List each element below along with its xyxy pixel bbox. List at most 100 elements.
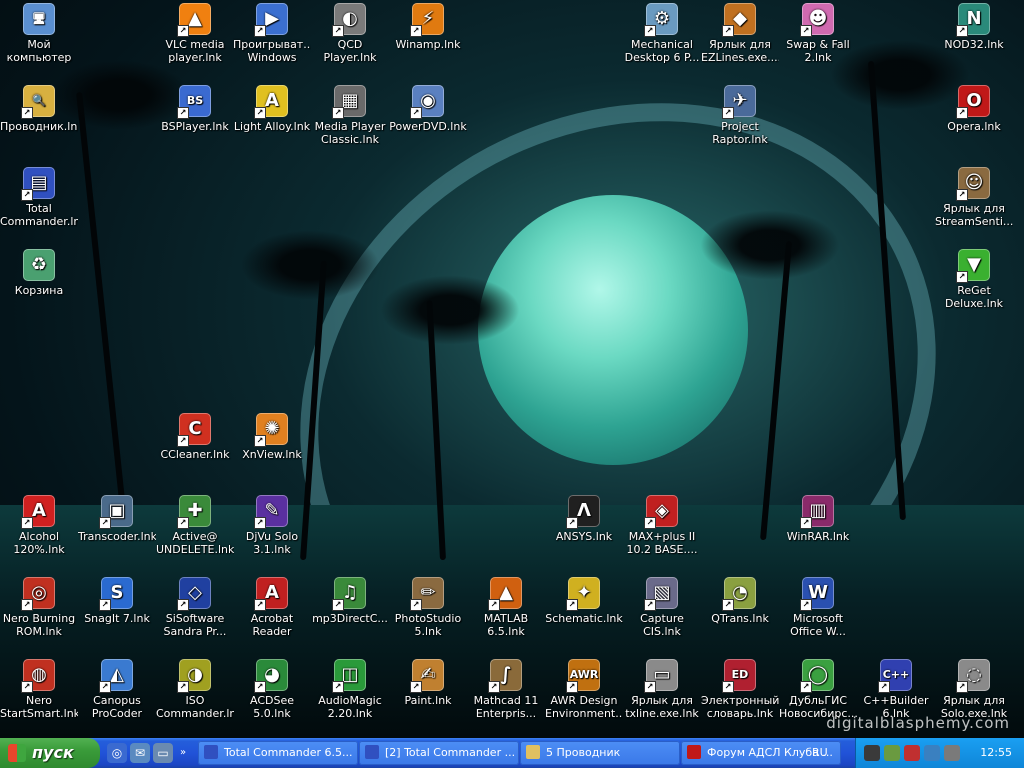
desktop-shortcut[interactable]: ◉ ↗ PowerDVD.lnk — [389, 85, 467, 133]
desktop-shortcut[interactable]: W ↗ Microsoft Office W... — [779, 577, 857, 638]
desktop-shortcut[interactable]: ◇ ↗ SiSoftware Sandra Pr... — [156, 577, 234, 638]
quicklaunch-expand-icon[interactable]: » — [176, 743, 190, 763]
app-icon: ♻ — [23, 249, 55, 281]
shortcut-arrow-icon: ↗ — [722, 599, 734, 611]
shortcut-label: Swap & Fall 2.lnk — [786, 38, 850, 64]
app-icon: ◈ ↗ — [644, 495, 678, 529]
desktop-shortcut[interactable]: ☻ ↗ Swap & Fall 2.lnk — [779, 3, 857, 64]
start-button[interactable]: пуск — [0, 738, 100, 768]
app-icon: ◉ ↗ — [410, 85, 444, 119]
shortcut-label: AWR Design Environment... — [545, 694, 623, 720]
desktop-shortcut[interactable]: ⚙ ↗ Mechanical Desktop 6 P... — [623, 3, 701, 64]
desktop-shortcut[interactable]: ◐ ↗ QCD Player.lnk — [311, 3, 389, 64]
desktop-shortcut[interactable]: A ↗ Alcohol 120%.lnk — [0, 495, 78, 556]
desktop-shortcut[interactable]: ▭ ↗ Ярлык для txline.exe.lnk — [623, 659, 701, 720]
desktop-shortcut[interactable]: ◯ ↗ ДубльГИС Новосибирс... — [779, 659, 857, 720]
shortcut-arrow-icon: ↗ — [254, 599, 266, 611]
desktop-shortcut[interactable]: A↗Acrobat Reader 5.0.lnk — [233, 577, 311, 638]
quicklaunch-outlook-icon[interactable]: ✉ — [130, 743, 150, 763]
desktop-shortcut[interactable]: ▲ ↗ VLC media player.lnk — [156, 3, 234, 64]
shortcut-arrow-icon: ↗ — [254, 517, 266, 529]
shortcut-label: Ярлык для EZLines.exe.... — [701, 38, 779, 64]
app-icon: A ↗ — [254, 577, 288, 611]
desktop-shortcut[interactable]: ☺ ↗ Ярлык для StreamSenti... — [935, 167, 1013, 228]
desktop-shortcut[interactable]: ◫ ↗ AudioMagic 2.20.lnk — [311, 659, 389, 720]
app-icon: ◭ ↗ — [99, 659, 133, 693]
desktop-shortcut[interactable]: ◍ ↗ Nero StartSmart.lnk — [0, 659, 78, 720]
desktop-shortcut[interactable]: ▣ ↗ Transcoder.lnk — [78, 495, 156, 543]
tray-volume-icon[interactable] — [864, 745, 880, 761]
desktop-shortcut[interactable]: ▧ ↗ Capture CIS.lnk — [623, 577, 701, 638]
desktop-shortcut[interactable]: ✚ ↗ Active@ UNDELETE.lnk — [156, 495, 234, 556]
desktop-shortcut[interactable]: ♫ ↗ mp3DirectC... — [311, 577, 389, 625]
desktop-shortcut[interactable]: ✎ ↗ DjVu Solo 3.1.lnk — [233, 495, 311, 556]
desktop-shortcut[interactable]: ◭↗Canopus ProCoder 2.lnk — [78, 659, 156, 720]
shortcut-label: XnView.lnk — [242, 448, 302, 461]
desktop-shortcut[interactable]: S ↗ SnagIt 7.lnk — [78, 577, 156, 625]
app-icon: ▤ ↗ — [21, 167, 55, 201]
window-app-icon — [204, 745, 218, 759]
shortcut-arrow-icon: ↗ — [566, 599, 578, 611]
desktop-shortcut[interactable]: ▦ ↗ Media Player Classic.lnk — [311, 85, 389, 146]
shortcut-arrow-icon: ↗ — [21, 189, 33, 201]
desktop-shortcut[interactable]: BS ↗ BSPlayer.lnk — [156, 85, 234, 133]
desktop-shortcut[interactable]: C++ ↗ C++Builder 6.lnk — [857, 659, 935, 720]
desktop-shortcut[interactable]: ◔ ↗ QTrans.lnk — [701, 577, 779, 625]
desktop-shortcut[interactable]: 🔍 ↗ Проводник.lnk — [0, 85, 78, 133]
desktop-shortcut[interactable]: ✈ ↗ Project Raptor.lnk — [701, 85, 779, 146]
language-indicator[interactable]: RU — [812, 746, 828, 759]
desktop[interactable]: 🖥 Мой компьютер ▲ ↗ VLC media player.lnk ▶ ↗ Пр… — [0, 0, 1024, 738]
shortcut-label: Capture CIS.lnk — [640, 612, 684, 638]
taskbar-window-button[interactable]: [2] Total Commander ... — [359, 741, 519, 765]
tray-app-icon[interactable] — [924, 745, 940, 761]
app-icon: ▦ ↗ — [332, 85, 366, 119]
desktop-shortcut[interactable]: ◕ ↗ ACDSee 5.0.lnk — [233, 659, 311, 720]
shortcut-arrow-icon: ↗ — [21, 681, 33, 693]
desktop-shortcut[interactable]: ▼ ↗ ReGet Deluxe.lnk — [935, 249, 1013, 310]
taskbar-window-button[interactable]: 5 Проводник — [520, 741, 680, 765]
desktop-shortcut[interactable]: ✏ ↗ PhotoStudio 5.lnk — [389, 577, 467, 638]
tray-network-icon[interactable] — [884, 745, 900, 761]
shortcut-label: mp3DirectC... — [312, 612, 388, 625]
desktop-shortcut[interactable]: O ↗ Opera.lnk — [935, 85, 1013, 133]
desktop-shortcut[interactable]: ♻ Корзина — [0, 249, 78, 297]
desktop-shortcut[interactable]: ◆ ↗ Ярлык для EZLines.exe.... — [701, 3, 779, 64]
desktop-shortcut[interactable]: 🖥 Мой компьютер — [0, 3, 78, 64]
desktop-shortcut[interactable]: C ↗ CCleaner.lnk — [156, 413, 234, 461]
app-icon: AWR ↗ — [566, 659, 600, 693]
taskbar-window-button[interactable]: Total Commander 6.5... — [198, 741, 358, 765]
desktop-shortcut[interactable]: Λ ↗ ANSYS.lnk — [545, 495, 623, 543]
app-icon: ✍ ↗ — [410, 659, 444, 693]
desktop-shortcut[interactable]: ▶↗Проигрыват... Windows Me... — [233, 3, 311, 64]
desktop-shortcut[interactable]: N ↗ NOD32.lnk — [935, 3, 1013, 51]
app-icon: ▭ ↗ — [644, 659, 678, 693]
desktop-shortcut[interactable]: ◈ ↗ MAX+plus II 10.2 BASE.... — [623, 495, 701, 556]
desktop-shortcut[interactable]: AWR ↗ AWR Design Environment... — [545, 659, 623, 720]
desktop-shortcut[interactable]: ▥ ↗ WinRAR.lnk — [779, 495, 857, 543]
shortcut-arrow-icon: ↗ — [956, 271, 968, 283]
shortcut-arrow-icon: ↗ — [99, 517, 111, 529]
desktop-shortcut[interactable]: ◎ ↗ Nero Burning ROM.lnk — [0, 577, 78, 638]
desktop-shortcut[interactable]: ◌ ↗ Ярлык для Solo.exe.lnk — [935, 659, 1013, 720]
desktop-shortcut[interactable]: ▲ ↗ MATLAB 6.5.lnk — [467, 577, 545, 638]
desktop-shortcut[interactable]: ED ↗ Электронный словарь.lnk — [701, 659, 779, 720]
desktop-shortcut[interactable]: ✍ ↗ Paint.lnk — [389, 659, 467, 707]
desktop-shortcut[interactable]: ✦ ↗ Schematic.lnk — [545, 577, 623, 625]
clock[interactable]: 12:55 — [980, 746, 1012, 759]
tray-antivirus-icon[interactable] — [904, 745, 920, 761]
desktop-shortcut[interactable]: ◑↗ISO Commander.lnk — [156, 659, 234, 720]
quicklaunch-browser-icon[interactable]: ◎ — [107, 743, 127, 763]
quicklaunch-desktop-icon[interactable]: ▭ — [153, 743, 173, 763]
desktop-shortcut[interactable]: ▤↗Total Commander.lnk — [0, 167, 78, 228]
app-icon: ◯ ↗ — [800, 659, 834, 693]
shortcut-label: ANSYS.lnk — [555, 530, 613, 543]
desktop-shortcut[interactable]: ✺ ↗ XnView.lnk — [233, 413, 311, 461]
app-icon: ◍ ↗ — [21, 659, 55, 693]
desktop-shortcut[interactable]: ∫ ↗ Mathcad 11 Enterpris... — [467, 659, 545, 720]
tray-app-icon[interactable] — [944, 745, 960, 761]
app-icon: ▼ ↗ — [956, 249, 990, 283]
app-icon: W ↗ — [800, 577, 834, 611]
desktop-shortcut[interactable]: ⚡ ↗ Winamp.lnk — [389, 3, 467, 51]
desktop-shortcut[interactable]: A ↗ Light Alloy.lnk — [233, 85, 311, 133]
shortcut-label: Корзина — [14, 284, 64, 297]
